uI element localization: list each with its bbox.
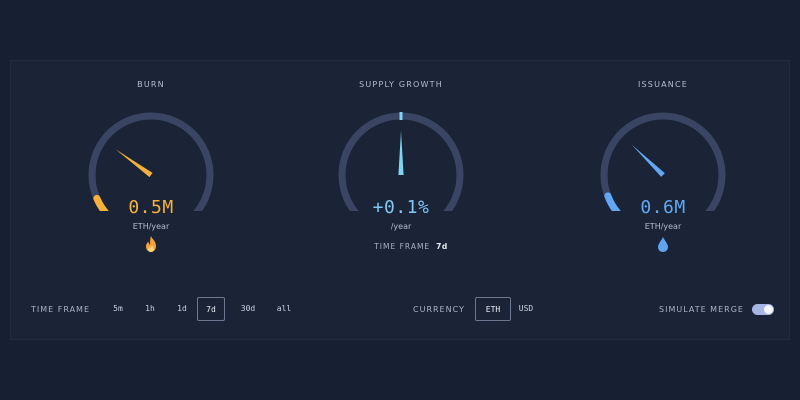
dashboard-panel: BURN 0.5M ETH/year SUPPLY GROWTH +0.1% /… (10, 60, 790, 340)
burn-value: 0.5M (128, 197, 174, 218)
simulate-merge-toggle[interactable] (752, 304, 774, 315)
supply-growth-gauge-dial (338, 112, 464, 211)
simulate-merge-toggle-knob (764, 305, 773, 314)
currency-option-usd[interactable]: USD (511, 297, 541, 321)
issuance-gauge-dial (600, 112, 726, 211)
time-frame-label: TIME FRAME (31, 305, 91, 314)
burn-gauge-needle (115, 149, 153, 178)
supply-growth-value: +0.1% (372, 197, 430, 218)
supply-growth-time-frame-value: 7d (436, 242, 448, 251)
issuance-gauge-needle (631, 144, 665, 177)
supply-growth-time-frame-label: TIME FRAME (374, 242, 431, 251)
issuance-value: 0.6M (640, 197, 686, 218)
simulate-merge-label: SIMULATE MERGE (659, 305, 744, 314)
supply-growth-unit: /year (390, 222, 412, 231)
bottom-bar (0, 344, 800, 400)
time-frame-option-7d[interactable]: 7d (197, 297, 225, 321)
time-frame-option-5m[interactable]: 5m (105, 297, 131, 321)
supply-growth-time-frame: TIME FRAME 7d (336, 242, 486, 251)
time-frame-option-all[interactable]: all (270, 297, 298, 321)
supply-growth-gauge-needle (398, 131, 404, 175)
currency-option-eth[interactable]: ETH (475, 297, 511, 321)
time-frame-option-1d[interactable]: 1d (169, 297, 195, 321)
top-bar (0, 0, 800, 52)
burn-gauge-dial (88, 112, 214, 211)
time-frame-option-1h[interactable]: 1h (137, 297, 163, 321)
currency-label: CURRENCY (413, 305, 465, 314)
time-frame-option-30d[interactable]: 30d (233, 297, 263, 321)
burn-unit: ETH/year (132, 222, 170, 231)
issuance-unit: ETH/year (644, 222, 682, 231)
